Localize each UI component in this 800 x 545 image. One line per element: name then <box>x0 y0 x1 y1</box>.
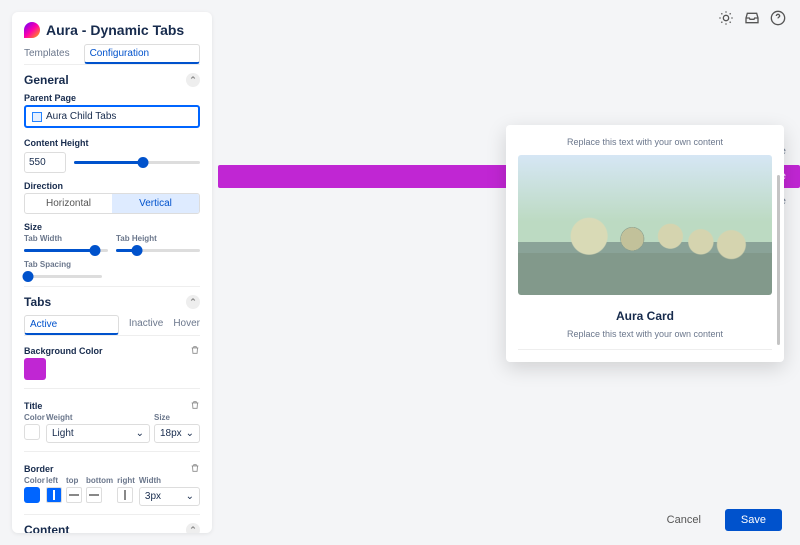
subtab-active[interactable]: Active <box>24 315 119 335</box>
border-width-select[interactable]: 3px⌄ <box>139 487 200 506</box>
save-button[interactable]: Save <box>725 509 782 531</box>
title-size-select[interactable]: 18px⌄ <box>154 424 200 443</box>
parent-page-select[interactable]: Aura Child Tabs <box>24 105 200 128</box>
title-weight-select[interactable]: Light⌄ <box>46 424 150 443</box>
direction-vertical[interactable]: Vertical <box>112 194 199 213</box>
title-heading: Title <box>24 401 42 411</box>
bg-color-swatch[interactable] <box>24 358 46 380</box>
section-content-title: Content <box>24 523 69 533</box>
preview-card: Replace this text with your own content … <box>506 125 784 362</box>
title-color-label: Color <box>24 413 42 422</box>
collapse-content-icon[interactable]: ⌃ <box>186 523 200 533</box>
direction-horizontal[interactable]: Horizontal <box>25 194 112 213</box>
card-title: Aura Card <box>518 309 772 323</box>
section-tabs-title: Tabs <box>24 295 51 309</box>
title-size-label: Size <box>154 413 200 422</box>
tab-height-label: Tab Height <box>116 234 200 243</box>
trash-icon[interactable] <box>190 345 200 355</box>
content-height-slider[interactable] <box>74 161 200 164</box>
border-top-toggle[interactable] <box>66 487 82 503</box>
border-color-label: Color <box>24 476 42 485</box>
help-icon[interactable] <box>770 10 786 26</box>
border-bottom-toggle[interactable] <box>86 487 102 503</box>
content-height-input[interactable]: 550 <box>24 152 66 173</box>
bg-color-label: Background Color <box>24 346 103 356</box>
content-height-label: Content Height <box>24 138 200 148</box>
parent-page-label: Parent Page <box>24 93 200 103</box>
tab-templates[interactable]: Templates <box>24 44 70 64</box>
collapse-general-icon[interactable]: ⌃ <box>186 73 200 87</box>
direction-label: Direction <box>24 181 200 191</box>
border-color-swatch[interactable] <box>24 487 40 503</box>
border-heading: Border <box>24 464 54 474</box>
subtab-inactive[interactable]: Inactive <box>129 315 163 335</box>
app-title: Aura - Dynamic Tabs <box>46 22 184 38</box>
sun-icon[interactable] <box>718 10 734 26</box>
tab-width-slider[interactable] <box>24 249 108 252</box>
page-icon <box>32 112 42 122</box>
cancel-button[interactable]: Cancel <box>651 509 717 531</box>
inbox-icon[interactable] <box>744 10 760 26</box>
title-weight-label: Weight <box>46 413 150 422</box>
subtab-hover[interactable]: Hover <box>173 315 200 335</box>
tab-width-label: Tab Width <box>24 234 108 243</box>
tab-spacing-slider[interactable] <box>24 275 102 278</box>
border-width-label: Width <box>139 476 200 485</box>
app-header: Aura - Dynamic Tabs <box>24 22 200 38</box>
size-label: Size <box>24 222 200 232</box>
parent-page-value: Aura Child Tabs <box>46 111 116 122</box>
scrollbar[interactable] <box>777 175 780 345</box>
trash-icon[interactable] <box>190 400 200 410</box>
card-image <box>518 155 772 295</box>
tab-spacing-label: Tab Spacing <box>24 260 200 269</box>
card-subtitle: Replace this text with your own content <box>518 329 772 339</box>
tab-height-slider[interactable] <box>116 249 200 252</box>
app-logo-icon <box>24 22 40 38</box>
tab-configuration[interactable]: Configuration <box>84 44 200 64</box>
section-general-title: General <box>24 73 69 87</box>
title-color-swatch[interactable] <box>24 424 40 440</box>
direction-toggle[interactable]: Horizontal Vertical <box>24 193 200 214</box>
border-right-toggle[interactable] <box>117 487 133 503</box>
border-left-toggle[interactable] <box>46 487 62 503</box>
collapse-tabs-icon[interactable]: ⌃ <box>186 295 200 309</box>
trash-icon[interactable] <box>190 463 200 473</box>
card-hint: Replace this text with your own content <box>518 137 772 147</box>
